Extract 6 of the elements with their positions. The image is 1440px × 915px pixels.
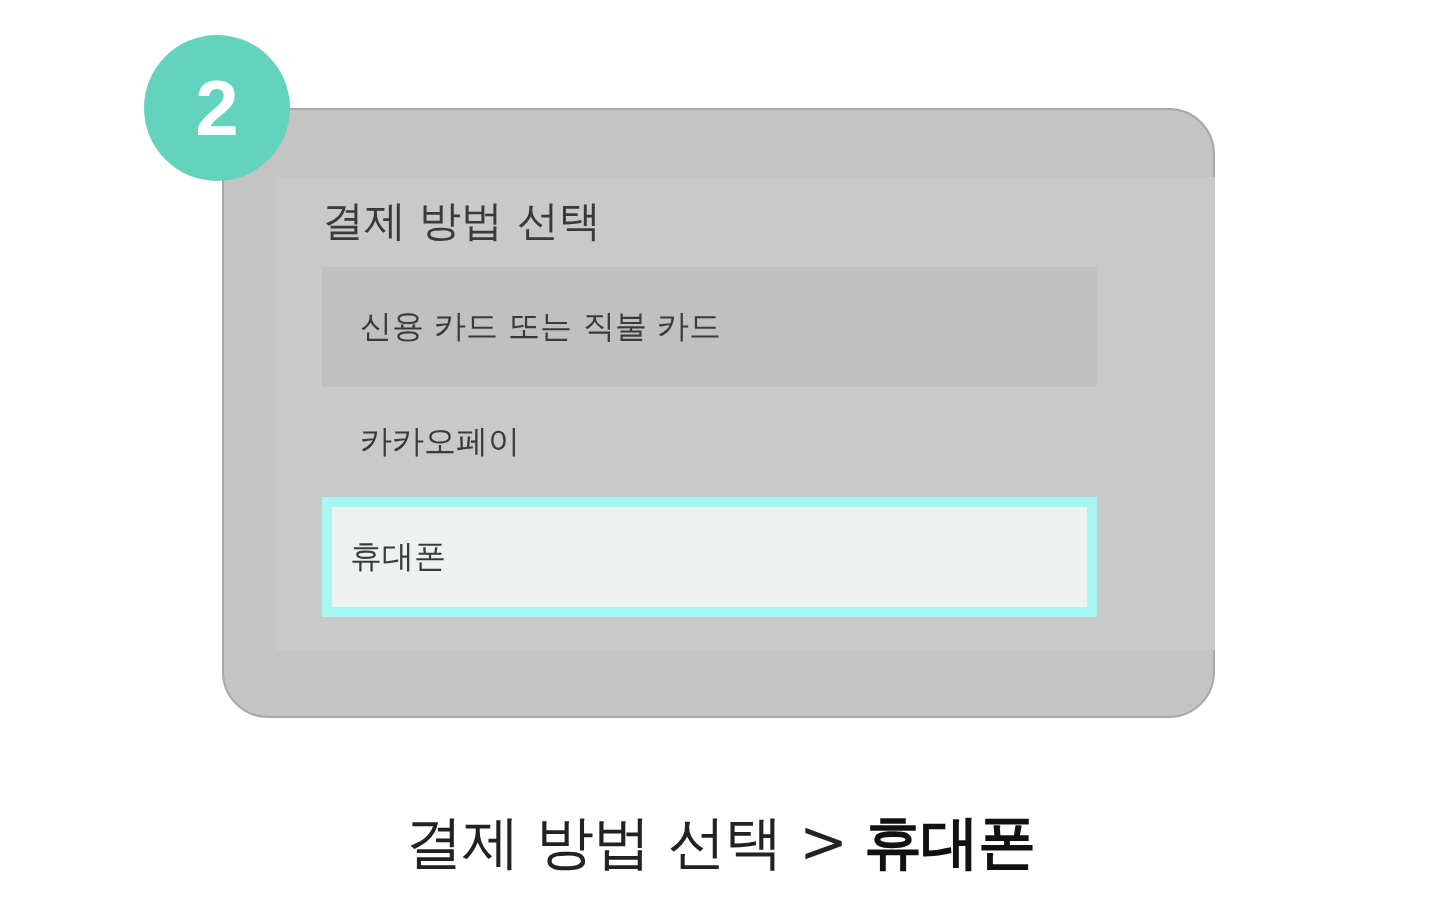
- dialog-title: 결제 방법 선택: [322, 195, 601, 247]
- payment-option[interactable]: 신용 카드 또는 직불 카드: [322, 267, 1097, 387]
- step-number-badge: 2: [144, 35, 290, 181]
- caption: 결제 방법 선택 > 휴대폰: [404, 808, 1036, 876]
- payment-option[interactable]: 카카오페이: [322, 387, 1097, 497]
- payment-option[interactable]: 휴대폰: [322, 497, 1097, 617]
